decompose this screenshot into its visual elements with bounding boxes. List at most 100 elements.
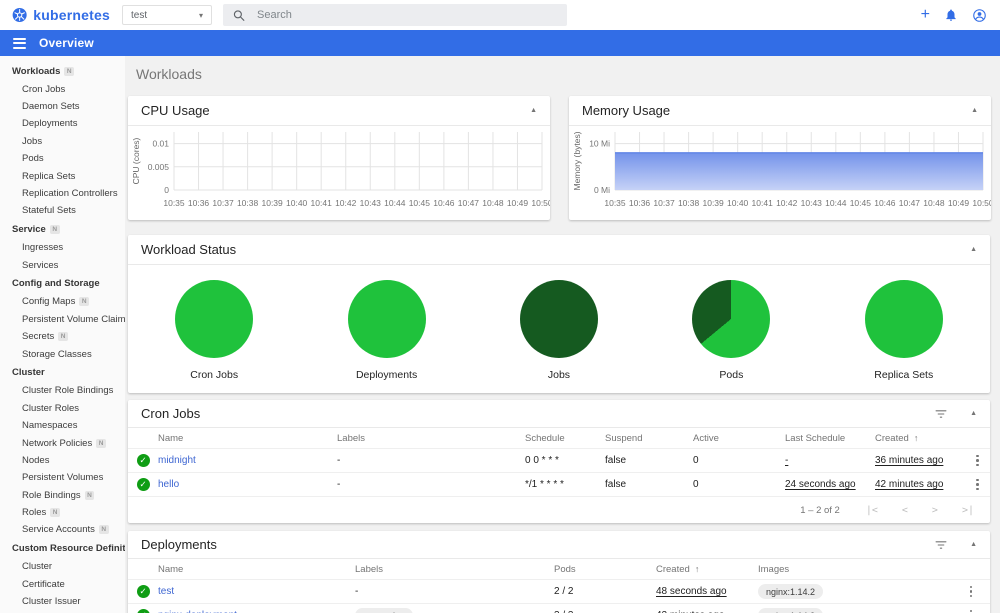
sidebar-item-roles[interactable]: Roles N	[0, 504, 125, 521]
sidebar-item-storage-classes[interactable]: Storage Classes	[0, 345, 125, 362]
sidebar-item-certificate[interactable]: Certificate	[0, 576, 125, 593]
namespaced-badge: N	[84, 490, 95, 500]
sidebar-item-replica-sets[interactable]: Replica Sets	[0, 167, 125, 184]
sidebar-item-secrets[interactable]: Secrets N	[0, 328, 125, 345]
sidebar-item-cluster-issuer[interactable]: Cluster Issuer	[0, 593, 125, 610]
svg-text:10:41: 10:41	[752, 198, 774, 208]
svg-text:0 Mi: 0 Mi	[594, 185, 610, 195]
sidebar-section-custom-resource-definitions[interactable]: Custom Resource Definitions	[0, 539, 125, 559]
svg-text:CPU (cores): CPU (cores)	[131, 137, 141, 184]
pods-cell: 2 / 2	[554, 586, 574, 597]
pagination-last-icon[interactable]: >|	[962, 505, 974, 516]
svg-text:10:49: 10:49	[948, 198, 970, 208]
memory-usage-title: Memory Usage	[582, 103, 671, 118]
namespaced-badge: N	[64, 66, 75, 76]
sidebar-item-cluster-roles[interactable]: Cluster Roles	[0, 400, 125, 417]
image-chip: nginx:1.14.2	[758, 584, 824, 599]
kebab-menu-icon[interactable]	[964, 608, 979, 613]
images-cell: nginx:1.14.2	[758, 608, 952, 613]
cron-jobs-table: Name Labels Schedule Suspend Active Last Sche…	[128, 428, 990, 497]
sidebar-item-pods[interactable]: Pods	[0, 150, 125, 167]
sidebar-section-cluster[interactable]: Cluster	[0, 363, 125, 383]
column-header-images[interactable]: Images	[758, 564, 952, 575]
pie-label: Replica Sets	[874, 369, 934, 381]
kubernetes-logo[interactable]: kubernetes	[0, 6, 122, 24]
column-header-labels[interactable]: Labels	[337, 433, 525, 444]
pagination-next-icon[interactable]: >	[932, 505, 938, 516]
kebab-menu-icon[interactable]	[970, 477, 985, 493]
sidebar-item-ingresses-label: Ingresses	[22, 242, 64, 254]
column-header-last-schedule[interactable]: Last Schedule	[785, 433, 875, 444]
workload-pie-cron-jobs: Cron Jobs	[175, 280, 254, 381]
table-header-row: Name Labels Schedule Suspend Active Last Sche…	[128, 428, 990, 449]
collapse-caret-icon[interactable]: ▲	[530, 107, 537, 114]
sidebar-section-config-and-storage[interactable]: Config and Storage	[0, 274, 125, 294]
sidebar-item-service-accounts[interactable]: Service Accounts N	[0, 521, 125, 538]
sidebar-item-cluster[interactable]: Cluster	[0, 558, 125, 575]
account-profile-button[interactable]	[972, 8, 987, 23]
column-header-created[interactable]: Created ↑	[656, 564, 758, 575]
sidebar-section-workloads[interactable]: Workloads N	[0, 61, 125, 81]
menu-icon[interactable]	[13, 37, 26, 49]
sidebar-item-role-bindings[interactable]: Role Bindings N	[0, 487, 125, 504]
sidebar-item-persistent-volume-claims[interactable]: Persistent Volume ClaimsN	[0, 311, 125, 328]
column-header-created[interactable]: Created ↑	[875, 433, 965, 444]
deployment-name-link[interactable]: test	[158, 586, 355, 597]
cron-job-name-link[interactable]: hello	[158, 479, 337, 490]
sidebar-item-ingresses[interactable]: Ingresses	[0, 239, 125, 256]
svg-text:0: 0	[164, 185, 169, 195]
cron-jobs-pagination: 1 – 2 of 2 |< < > >|	[128, 497, 990, 523]
svg-text:10:42: 10:42	[335, 198, 357, 208]
collapse-caret-icon[interactable]: ▲	[970, 410, 977, 417]
pie-label: Pods	[719, 369, 744, 381]
sidebar-item-daemon-sets[interactable]: Daemon Sets	[0, 98, 125, 115]
column-header-schedule[interactable]: Schedule	[525, 433, 605, 444]
sidebar-item-namespaces[interactable]: Namespaces	[0, 417, 125, 434]
namespace-selector[interactable]: test ▾	[122, 5, 212, 25]
active-cell: 0	[693, 455, 699, 466]
search-input[interactable]	[257, 9, 557, 21]
sidebar-item-config-maps[interactable]: Config Maps N	[0, 293, 125, 310]
workload-status-card: Workload Status ▲ Cron Jobs Deployments Jo…	[128, 235, 990, 393]
column-header-name[interactable]: Name	[158, 433, 337, 444]
filter-button[interactable]	[934, 407, 948, 421]
pagination-first-icon[interactable]: |<	[866, 505, 878, 516]
column-header-suspend[interactable]: Suspend	[605, 433, 693, 444]
filter-icon	[935, 540, 947, 549]
sidebar-item-cluster-role-bindings[interactable]: Cluster Role Bindings	[0, 382, 125, 399]
sidebar-item-stateful-sets[interactable]: Stateful Sets	[0, 202, 125, 219]
svg-text:10:42: 10:42	[776, 198, 798, 208]
sidebar-section-service[interactable]: Service N	[0, 220, 125, 240]
deployment-row: ✓nginx-deploymentapp: nginx3 / 342 minut…	[128, 604, 990, 613]
column-header-labels[interactable]: Labels	[355, 564, 554, 575]
cpu-usage-title: CPU Usage	[141, 103, 210, 118]
sidebar-item-persistent-volumes[interactable]: Persistent Volumes	[0, 469, 125, 486]
kebab-menu-icon[interactable]	[970, 453, 985, 469]
pie-chart-pods	[692, 280, 771, 358]
pagination-prev-icon[interactable]: <	[902, 505, 908, 516]
svg-text:10:43: 10:43	[360, 198, 382, 208]
cron-job-row: ✓ hello - */1 * * * * false 0 24 seconds ago 42…	[128, 473, 990, 497]
sidebar-item-replication-controllers[interactable]: Replication Controllers	[0, 185, 125, 202]
collapse-caret-icon[interactable]: ▲	[971, 107, 978, 114]
status-cell: ✓	[128, 454, 158, 467]
column-header-name[interactable]: Name	[158, 564, 355, 575]
cron-job-name-link[interactable]: midnight	[158, 455, 337, 466]
sidebar-item-jobs[interactable]: Jobs	[0, 133, 125, 150]
kebab-menu-icon[interactable]	[964, 584, 979, 600]
filter-button[interactable]	[934, 538, 948, 552]
sidebar-item-deployments[interactable]: Deployments	[0, 115, 125, 132]
sidebar-item-services[interactable]: Services	[0, 256, 125, 273]
notifications-bell-button[interactable]	[944, 8, 958, 22]
collapse-caret-icon[interactable]: ▲	[970, 541, 977, 548]
create-plus-button[interactable]: +	[921, 7, 930, 23]
column-header-active[interactable]: Active	[693, 433, 785, 444]
sidebar-item-network-policies[interactable]: Network Policies N	[0, 434, 125, 451]
collapse-caret-icon[interactable]: ▲	[970, 246, 977, 253]
search-bar[interactable]	[223, 4, 567, 26]
sidebar-item-cron-jobs[interactable]: Cron Jobs	[0, 81, 125, 98]
app-header: kubernetes test ▾ +	[0, 0, 1000, 30]
column-header-pods[interactable]: Pods	[554, 564, 656, 575]
sidebar-item-nodes[interactable]: Nodes	[0, 452, 125, 469]
svg-text:10:36: 10:36	[629, 198, 651, 208]
